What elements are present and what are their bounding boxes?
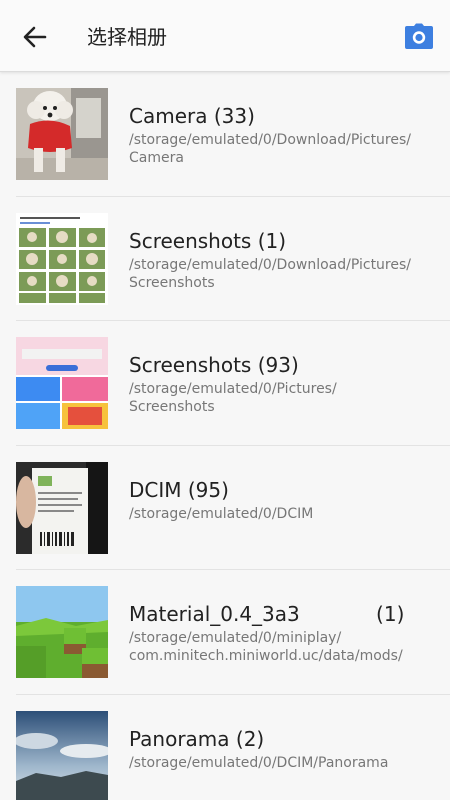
album-name: Panorama (2) — [129, 726, 265, 751]
album-thumbnail — [16, 337, 108, 429]
album-item[interactable]: Screenshots (93) /storage/emulated/0/Pic… — [16, 321, 450, 446]
album-item[interactable]: Panorama (2) /storage/emulated/0/DCIM/Pa… — [16, 695, 450, 800]
album-item[interactable]: Screenshots (1) /storage/emulated/0/Down… — [16, 197, 450, 321]
album-name: Camera (33) — [129, 104, 255, 128]
album-path: /storage/emulated/0/Download/Pictures/ S… — [129, 256, 412, 291]
album-path: /storage/emulated/0/miniplay/ com.minite… — [129, 630, 403, 664]
album-item[interactable]: Camera (33) /storage/emulated/0/Download… — [16, 72, 450, 197]
album-name: Screenshots (1) — [129, 228, 287, 253]
album-path: /storage/emulated/0/Download/Pictures/ C… — [129, 132, 412, 166]
album-item[interactable]: Material_0.4_3a3 (1) /storage/emulated/0… — [16, 570, 450, 695]
album-list: Camera (33) /storage/emulated/0/Download… — [0, 72, 450, 800]
album-thumbnail — [16, 88, 108, 180]
album-item[interactable]: DCIM (95) /storage/emulated/0/DCIM — [16, 446, 450, 570]
album-thumbnail — [16, 212, 108, 305]
album-thumbnail — [16, 461, 108, 554]
back-button[interactable] — [18, 20, 52, 54]
camera-icon — [405, 23, 433, 49]
album-thumbnail — [16, 586, 108, 678]
album-thumbnail — [16, 710, 108, 800]
album-path: /storage/emulated/0/DCIM/Panorama — [129, 754, 389, 771]
page-title: 选择相册 — [87, 25, 167, 49]
arrow-left-icon — [23, 26, 47, 48]
camera-button[interactable] — [404, 22, 434, 50]
album-name: Material_0.4_3a3 (1) — [129, 602, 405, 626]
album-path: /storage/emulated/0/Pictures/ Screenshot… — [129, 381, 337, 415]
album-name: Screenshots (93) — [129, 353, 299, 377]
album-path: /storage/emulated/0/DCIM — [129, 505, 314, 522]
album-name: DCIM (95) — [129, 477, 229, 502]
app-bar: 选择相册 — [0, 0, 450, 72]
